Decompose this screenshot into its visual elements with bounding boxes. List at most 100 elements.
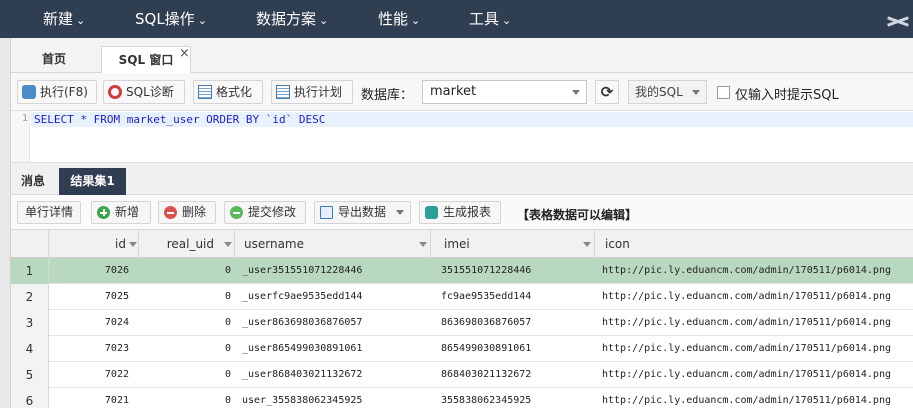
top-nav-bar: 新建 ⌄ SQL操作 ⌄ 数据方案 ⌄ 性能 ⌄ 工具 ⌄: [0, 0, 913, 38]
sql-code-text[interactable]: SELECT * FROM market_user ORDER BY `id` …: [34, 113, 325, 126]
cell-username[interactable]: _user865499030891061: [242, 336, 432, 362]
tab-sql-window[interactable]: SQL 窗口: [101, 46, 191, 73]
cell-icon[interactable]: http://pic.ly.eduancm.com/admin/170511/p…: [602, 362, 912, 388]
sql-hint-label: 仅输入时提示SQL: [735, 88, 839, 103]
cell-username[interactable]: _userfc9ae9535edd144: [242, 284, 432, 310]
close-icon[interactable]: [887, 13, 909, 29]
cell-icon[interactable]: http://pic.ly.eduancm.com/admin/170511/p…: [602, 284, 912, 310]
add-row-label: 新增: [115, 205, 140, 219]
cell-real-uid[interactable]: 0: [137, 310, 231, 336]
cell-imei[interactable]: 863698036876057: [441, 310, 596, 336]
cell-icon[interactable]: http://pic.ly.eduancm.com/admin/170511/p…: [602, 258, 912, 284]
cell-username[interactable]: user_355838062345925: [242, 388, 432, 408]
database-select[interactable]: market: [422, 80, 587, 104]
cell-real-uid[interactable]: 0: [137, 258, 231, 284]
cell-id[interactable]: 7022: [49, 362, 131, 388]
cell-imei[interactable]: 355838062345925: [441, 388, 596, 408]
delete-row-button[interactable]: 删除: [158, 201, 216, 224]
sql-editor[interactable]: 1 SELECT * FROM market_user ORDER BY `id…: [11, 111, 913, 163]
sql-toolbar: 执行(F8) SQL诊断 格式化 执行计划 数据库： market ⟳ 我的SQ…: [11, 73, 913, 111]
line-number: 1: [21, 113, 28, 124]
tab-messages[interactable]: 消息: [11, 168, 55, 195]
menu-performance-label: 性能: [378, 10, 409, 28]
cell-icon[interactable]: http://pic.ly.eduancm.com/admin/170511/p…: [602, 310, 912, 336]
cell-imei[interactable]: 865499030891061: [441, 336, 596, 362]
column-menu-icon[interactable]: [419, 242, 427, 247]
my-sql-dropdown[interactable]: 我的SQL: [628, 80, 707, 104]
menu-new[interactable]: 新建 ⌄: [43, 0, 85, 38]
column-header-label: icon: [605, 237, 630, 251]
dropdown-caret-icon: [572, 90, 580, 95]
cell-icon[interactable]: http://pic.ly.eduancm.com/admin/170511/p…: [602, 336, 912, 362]
run-button[interactable]: 执行(F8): [17, 80, 97, 104]
chevron-down-icon: ⌄: [411, 14, 421, 27]
menu-performance[interactable]: 性能 ⌄: [378, 0, 420, 38]
tab-result-set[interactable]: 结果集1: [59, 168, 126, 195]
cell-imei[interactable]: 351551071228446: [441, 258, 596, 284]
refresh-button[interactable]: ⟳: [595, 80, 619, 104]
cell-id[interactable]: 7025: [49, 284, 131, 310]
cell-id[interactable]: 7024: [49, 310, 131, 336]
tab-home[interactable]: 首页: [19, 46, 89, 73]
add-row-button[interactable]: 新增: [91, 201, 151, 224]
column-header-imei[interactable]: imei: [431, 230, 595, 258]
export-icon: [320, 206, 333, 219]
table-row[interactable]: 2 7025 0 _userfc9ae9535edd144 fc9ae9535e…: [11, 284, 913, 310]
dropdown-caret-icon: [692, 90, 700, 95]
format-icon: [198, 85, 212, 99]
row-number: 1: [11, 258, 49, 284]
cell-icon[interactable]: http://pic.ly.eduancm.com/admin/170511/p…: [602, 388, 912, 408]
column-menu-icon[interactable]: [129, 242, 137, 247]
cell-imei[interactable]: 868403021132672: [441, 362, 596, 388]
row-number: 4: [11, 336, 49, 362]
sql-diagnose-button[interactable]: SQL诊断: [103, 80, 185, 104]
explain-plan-button[interactable]: 执行计划: [271, 80, 353, 104]
column-header-username[interactable]: username: [235, 230, 431, 258]
delete-row-label: 删除: [182, 205, 207, 219]
cell-real-uid[interactable]: 0: [137, 362, 231, 388]
column-header-icon[interactable]: icon: [595, 230, 913, 258]
cell-real-uid[interactable]: 0: [137, 284, 231, 310]
menu-tools[interactable]: 工具 ⌄: [469, 0, 511, 38]
table-row[interactable]: 5 7022 0 _user868403021132672 8684030211…: [11, 362, 913, 388]
table-row[interactable]: 1 7026 0 _user351551071228446 3515510712…: [11, 258, 913, 284]
database-label: 数据库：: [361, 88, 414, 103]
menu-sql-operations[interactable]: SQL操作 ⌄: [135, 0, 207, 38]
submit-changes-button[interactable]: 提交修改: [224, 201, 306, 224]
menu-data-schemes[interactable]: 数据方案 ⌄: [256, 0, 328, 38]
export-data-button[interactable]: 导出数据: [314, 201, 411, 224]
grid-header: id real_uid username imei icon: [11, 230, 913, 258]
row-detail-button[interactable]: 单行详情: [17, 201, 81, 224]
cell-real-uid[interactable]: 0: [137, 388, 231, 408]
cell-real-uid[interactable]: 0: [137, 336, 231, 362]
table-row[interactable]: 4 7023 0 _user865499030891061 8654990308…: [11, 336, 913, 362]
column-header-label: username: [244, 237, 304, 251]
table-row[interactable]: 3 7024 0 _user863698036876057 8636980368…: [11, 310, 913, 336]
column-header-id[interactable]: id: [49, 230, 139, 258]
tab-close-icon[interactable]: ×: [179, 46, 190, 61]
column-menu-icon[interactable]: [224, 242, 232, 247]
cell-id[interactable]: 7026: [49, 258, 131, 284]
chevron-down-icon: ⌄: [319, 14, 329, 27]
cell-id[interactable]: 7023: [49, 336, 131, 362]
table-row[interactable]: 6 7021 0 user_355838062345925 3558380623…: [11, 388, 913, 408]
generate-report-label: 生成报表: [443, 205, 492, 219]
cell-id[interactable]: 7021: [49, 388, 131, 408]
sql-hint-checkbox[interactable]: [717, 86, 730, 99]
menu-new-label: 新建: [43, 10, 74, 28]
chevron-down-icon: ⌄: [197, 14, 207, 27]
row-number: 6: [11, 388, 49, 408]
editable-note: 【表格数据可以编辑】: [517, 208, 638, 222]
cell-username[interactable]: _user863698036876057: [242, 310, 432, 336]
cell-imei[interactable]: fc9ae9535edd144: [441, 284, 596, 310]
column-header-label: real_uid: [166, 237, 214, 251]
explain-plan-label: 执行计划: [294, 85, 343, 99]
column-menu-icon[interactable]: [583, 242, 591, 247]
generate-report-button[interactable]: 生成报表: [419, 201, 501, 224]
sql-diagnose-label: SQL诊断: [126, 85, 174, 99]
column-header-real-uid[interactable]: real_uid: [139, 230, 235, 258]
cell-username[interactable]: _user868403021132672: [242, 362, 432, 388]
refresh-icon: ⟳: [600, 83, 614, 101]
cell-username[interactable]: _user351551071228446: [242, 258, 432, 284]
format-button[interactable]: 格式化: [193, 80, 263, 104]
